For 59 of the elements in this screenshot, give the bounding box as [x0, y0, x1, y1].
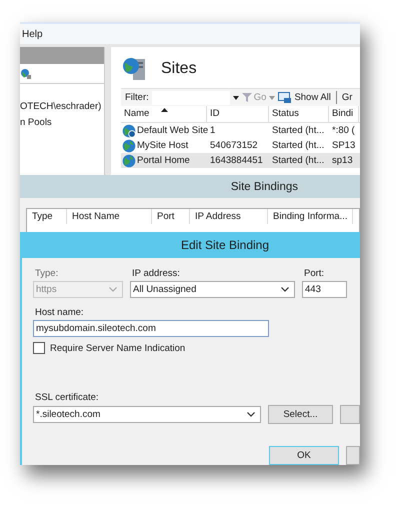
chevron-down-icon — [109, 287, 117, 292]
checkbox-label: Require Server Name Indication — [50, 342, 186, 354]
filter-field[interactable] — [152, 90, 230, 104]
window-title: Site Bindings — [230, 180, 298, 192]
view-button[interactable] — [340, 405, 360, 424]
group-button[interactable]: Gr — [342, 92, 352, 103]
column-header[interactable]: Type — [27, 209, 67, 224]
table-cell-text: sp13 — [331, 155, 354, 166]
table-cell-text: *:80 ( — [331, 125, 356, 136]
table-cell-text: Started (ht... — [271, 140, 326, 151]
port-field[interactable]: 443 — [302, 281, 347, 298]
chevron-down-icon — [246, 412, 255, 417]
field-label: Port: — [303, 268, 326, 279]
page-title: Sites — [161, 60, 197, 78]
column-header[interactable]: Binding Informa... — [268, 209, 353, 224]
ok-button[interactable]: OK — [269, 446, 339, 465]
globe-icon — [122, 138, 136, 152]
table-cell-text: 1 — [209, 125, 216, 136]
table-cell: MySite Host — [137, 140, 188, 151]
dropdown-arrow-icon — [232, 96, 239, 100]
show-all-button[interactable]: Show All — [278, 92, 331, 104]
table-cell-text: Started (ht... — [271, 125, 326, 136]
column-header[interactable]: Bindi — [329, 106, 359, 122]
column-header[interactable]: Host Name — [67, 209, 152, 224]
select-button[interactable]: Select... — [268, 405, 334, 424]
column-header[interactable]: IP Address — [190, 209, 268, 224]
column-header[interactable]: Port — [152, 209, 190, 224]
table-cell: Default Web Site — [137, 125, 208, 136]
funnel-icon — [242, 93, 252, 102]
column-header[interactable]: ID — [207, 106, 269, 122]
tree-item[interactable]: OTECH\eschrader) — [20, 101, 102, 113]
window-title: Edit Site Binding — [180, 238, 270, 252]
host-name-field[interactable]: mysubdomain.sileotech.com — [33, 320, 269, 337]
chevron-down-icon — [281, 287, 289, 292]
connect-icon — [20, 68, 32, 80]
tree-item[interactable]: n Pools — [20, 117, 52, 129]
filter-label: Filter: — [125, 92, 149, 103]
table-row[interactable]: Portal Home 1643884451 Started (ht... sp13 — [121, 153, 360, 168]
table-row[interactable]: Default Web Site 1 Started (ht... *:80 ( — [121, 123, 360, 138]
column-header[interactable]: Status — [269, 106, 329, 122]
cancel-button[interactable] — [346, 446, 360, 465]
field-label: Host name: — [34, 307, 85, 318]
table-cell-text: Started (ht... — [271, 155, 326, 166]
field-label: IP address: — [131, 268, 181, 279]
sort-arrow-icon — [161, 108, 168, 112]
checkbox[interactable] — [33, 342, 45, 354]
globe-icon — [122, 154, 136, 168]
dropdown-arrow-icon — [269, 96, 276, 100]
table-cell-text: SP13 — [331, 140, 356, 151]
menu-item[interactable]: Help — [20, 28, 45, 40]
table-row[interactable]: MySite Host 540673152 Started (ht... SP13 — [121, 138, 360, 153]
ip-address-dropdown[interactable]: All Unassigned — [130, 281, 295, 298]
table-cell-text: 540673152 — [209, 140, 259, 151]
field-label: Type: — [34, 268, 60, 279]
table-cell-text: 1643884451 — [209, 155, 264, 166]
field-label: SSL certificate: — [34, 392, 100, 403]
ssl-certificate-dropdown[interactable]: *.sileotech.com — [33, 406, 261, 423]
table-cell: Portal Home — [137, 155, 190, 166]
window-icon — [278, 92, 292, 104]
